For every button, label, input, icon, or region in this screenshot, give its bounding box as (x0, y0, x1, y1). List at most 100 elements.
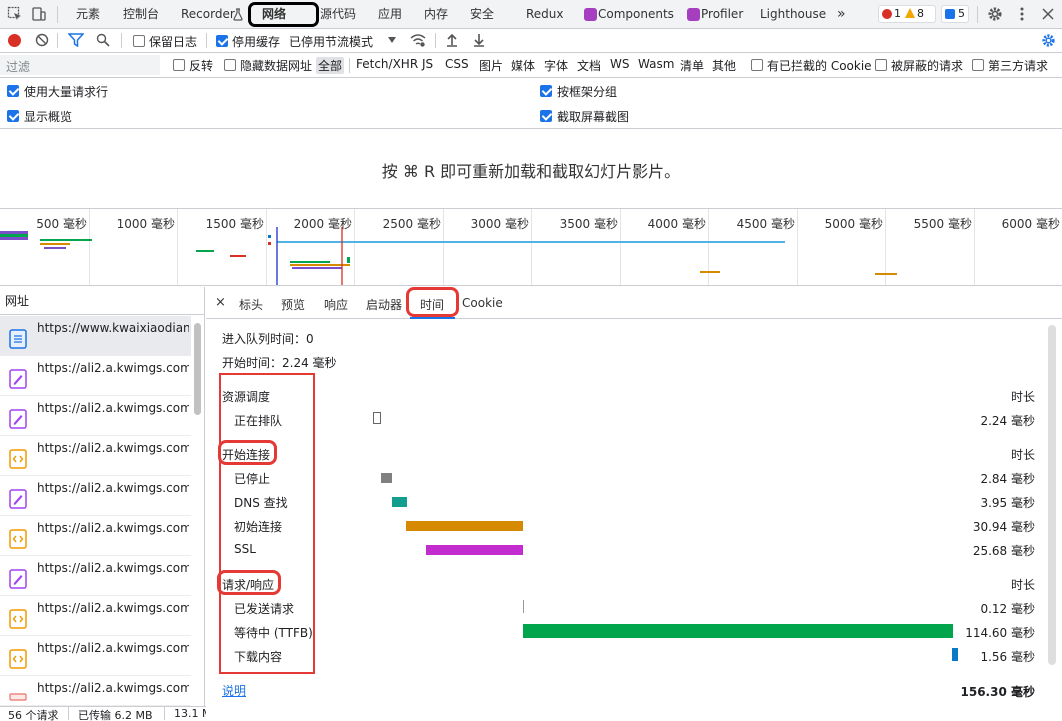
timing-value-ttfb: 114.60 毫秒 (965, 626, 1035, 640)
timing-bar-stalled (381, 473, 392, 483)
tab-initiator[interactable]: 启动器 (366, 296, 402, 313)
warning-count: 8 (917, 7, 924, 20)
error-count: 1 (894, 7, 901, 20)
tab-response[interactable]: 响应 (324, 296, 348, 313)
info-badge[interactable]: 5 (941, 5, 969, 23)
filter-type-js[interactable]: JS (420, 57, 435, 71)
inspect-element-icon[interactable] (7, 6, 23, 22)
device-toolbar-icon[interactable] (31, 6, 47, 22)
tab-sources[interactable]: 源代码 (320, 0, 356, 29)
queued-at: 进入队列时间：0 (222, 332, 314, 346)
timing-label-stalled: 已停止 (234, 472, 271, 486)
filter-type-all[interactable]: 全部 (316, 57, 345, 74)
script-icon (9, 649, 27, 669)
close-detail-button[interactable]: × (215, 295, 226, 310)
tab-memory[interactable]: 内存 (424, 0, 448, 29)
tab-lighthouse[interactable]: Lighthouse (760, 0, 826, 29)
filter-placeholder: 过滤 (6, 60, 31, 74)
request-detail-panel: × 标头 预览 响应 启动器 时间 Cookie 进入队列时间：0 开始时间：2… (206, 287, 1062, 706)
show-overview-checkbox[interactable] (7, 110, 19, 122)
devtools-tabbar: 元素 控制台 Recorder 网络 源代码 应用 内存 安全 Redux Co… (0, 0, 1062, 29)
more-options-icon[interactable] (1014, 6, 1030, 22)
close-devtools-icon[interactable] (1040, 6, 1056, 22)
info-icon (945, 9, 955, 19)
tab-profiler[interactable]: Profiler (701, 0, 743, 29)
tab-components[interactable]: Components (598, 0, 674, 29)
capture-screenshots-checkbox[interactable] (540, 110, 552, 122)
stylesheet-icon (9, 409, 27, 429)
preserve-log-checkbox[interactable] (133, 35, 145, 47)
throttle-select[interactable]: 已停用节流模式 (289, 33, 373, 50)
tab-cookies[interactable]: Cookie (462, 296, 503, 310)
script-icon (9, 609, 27, 629)
request-name: https://www.kwaixiaodian.co... (37, 321, 189, 335)
disable-cache-label: 停用缓存 (232, 35, 281, 49)
request-row[interactable]: https://ali2.a.kwimgs.com/ud... (0, 436, 191, 476)
request-row[interactable]: https://ali2.a.kwimgs.com/ud... (0, 356, 191, 396)
filter-bar: 过滤 反转 隐藏数据网址 全部 Fetch/XHR JS CSS 图片 媒体 字… (0, 53, 1062, 78)
request-row[interactable]: https://ali2.a.kwimgs.com/ud... (0, 516, 191, 556)
big-rows-checkbox[interactable] (7, 85, 19, 97)
filter-type-font[interactable]: 字体 (542, 57, 570, 74)
detail-scrollbar[interactable] (1048, 325, 1056, 665)
hide-data-urls-checkbox[interactable] (224, 59, 236, 71)
blocked-requests-checkbox[interactable] (875, 59, 887, 71)
invert-checkbox[interactable] (173, 59, 185, 71)
request-row[interactable]: https://ali2.a.kwimgs.com/ud... (0, 596, 191, 636)
timing-value-request-sent: 0.12 毫秒 (980, 602, 1035, 616)
tab-redux[interactable]: Redux (526, 0, 564, 29)
tab-elements[interactable]: 元素 (76, 0, 100, 29)
tab-console[interactable]: 控制台 (123, 0, 159, 29)
network-conditions-icon[interactable] (410, 33, 426, 47)
timing-bar-request-sent (523, 600, 524, 613)
filter-type-ws[interactable]: WS (608, 57, 631, 71)
script-icon (9, 529, 27, 549)
network-settings-gear-icon[interactable] (1041, 33, 1056, 48)
timing-bar-initial-connection (406, 521, 523, 531)
blocked-cookies-checkbox[interactable] (751, 59, 763, 71)
request-list-scrollbar[interactable] (194, 323, 201, 415)
tab-security[interactable]: 安全 (470, 0, 494, 29)
search-icon[interactable] (96, 33, 110, 47)
request-row[interactable]: https://ali2.a.kwimgs.com/ud... (0, 476, 191, 516)
request-row[interactable]: https://ali2.a.kwimgs.com/ud... (0, 676, 191, 706)
tab-headers[interactable]: 标头 (239, 296, 263, 313)
settings-gear-icon[interactable] (987, 6, 1003, 22)
import-har-icon[interactable] (446, 33, 458, 47)
filter-type-media[interactable]: 媒体 (509, 57, 537, 74)
explanation-link[interactable]: 说明 (222, 682, 246, 699)
filter-type-wasm[interactable]: Wasm (636, 57, 676, 71)
third-party-checkbox[interactable] (972, 59, 984, 71)
tab-application[interactable]: 应用 (378, 0, 402, 29)
filter-type-img[interactable]: 图片 (477, 57, 505, 74)
issues-badge[interactable]: 1 8 (878, 5, 936, 23)
filter-type-fetch-xhr[interactable]: Fetch/XHR (354, 57, 420, 71)
filter-type-manifest[interactable]: 清单 (678, 57, 706, 74)
stylesheet-icon (9, 369, 27, 389)
group-by-frame-checkbox[interactable] (540, 85, 552, 97)
timing-value-initial-connection: 30.94 毫秒 (972, 520, 1035, 534)
info-count: 5 (958, 7, 965, 20)
chevron-down-icon[interactable] (388, 37, 396, 43)
timing-bar-queueing (373, 412, 381, 424)
request-name: https://ali2.a.kwimgs.com/ud... (37, 441, 189, 455)
filter-icon[interactable] (68, 33, 84, 47)
more-tabs-button[interactable]: » (837, 0, 846, 29)
filter-type-doc[interactable]: 文档 (575, 57, 603, 74)
column-header-url[interactable]: 网址 (0, 287, 205, 315)
filter-type-other[interactable]: 其他 (710, 57, 738, 74)
record-icon[interactable] (8, 34, 21, 47)
request-row[interactable]: https://ali2.a.kwimgs.com/ud... (0, 396, 191, 436)
request-row[interactable]: https://ali2.a.kwimgs.com/ud... (0, 636, 191, 676)
disable-cache-checkbox[interactable] (216, 35, 228, 47)
tab-recorder[interactable]: Recorder (181, 0, 235, 29)
request-row[interactable]: https://ali2.a.kwimgs.com/ud... (0, 556, 191, 596)
tab-preview[interactable]: 预览 (281, 296, 305, 313)
export-har-icon[interactable] (473, 33, 485, 47)
clear-icon[interactable] (35, 33, 49, 47)
filter-type-css[interactable]: CSS (443, 57, 471, 71)
request-row[interactable]: https://www.kwaixiaodian.co... (0, 316, 191, 356)
blocked-cookies-label: 有已拦截的 Cookie (767, 59, 872, 73)
filter-input[interactable]: 过滤 (0, 55, 160, 75)
timing-label-ttfb: 等待中 (TTFB) (234, 626, 313, 640)
